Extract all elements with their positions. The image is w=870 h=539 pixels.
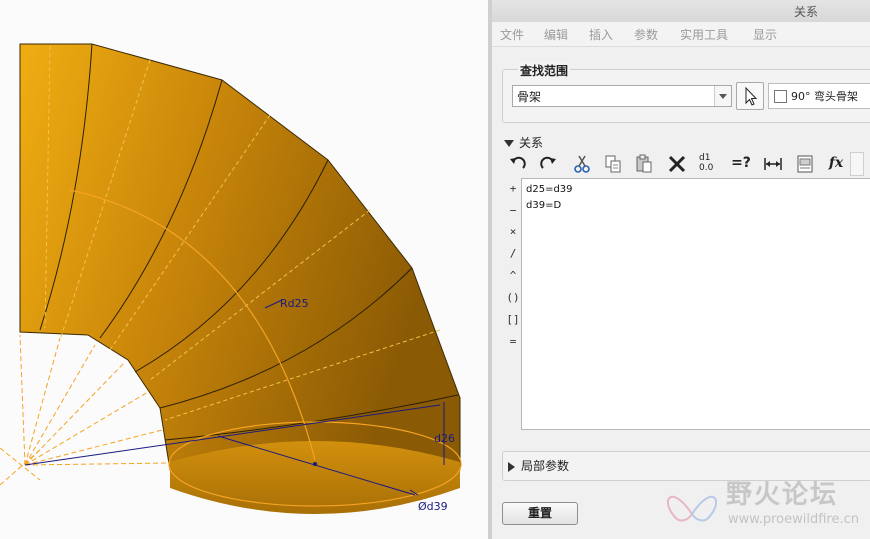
verify-button[interactable]: =? xyxy=(728,152,754,176)
butterfly-logo-icon xyxy=(667,495,717,522)
dialog-titlebar[interactable]: 关系 xyxy=(492,0,870,22)
show-values-bottom: 0.0 xyxy=(699,163,714,173)
operator-multiply[interactable]: × xyxy=(506,225,520,238)
cursor-arrow-icon xyxy=(745,86,758,106)
operator-power[interactable]: ^ xyxy=(506,269,520,282)
watermark-title: 野火论坛 xyxy=(726,480,839,510)
select-pointer-button[interactable] xyxy=(736,82,764,110)
function-icon: fx xyxy=(828,155,844,171)
operator-equals[interactable]: = xyxy=(506,335,520,348)
relations-label: 关系 xyxy=(519,136,544,150)
relation-line[interactable]: d25=d39 xyxy=(526,184,573,195)
paste-icon xyxy=(636,154,652,173)
undo-button[interactable] xyxy=(505,152,531,176)
verify-icon: =? xyxy=(731,155,751,171)
delete-button[interactable] xyxy=(664,152,690,176)
scope-select[interactable]: 骨架 xyxy=(512,85,732,107)
copy-icon xyxy=(605,155,621,173)
function-dropdown-arrow[interactable] xyxy=(850,152,864,176)
part-icon xyxy=(774,90,787,103)
menu-edit[interactable]: 编辑 xyxy=(544,26,568,43)
model-viewport[interactable]: Rd25 d26 Ød39 xyxy=(0,0,490,539)
dimension-icon xyxy=(764,158,782,170)
operator-plus[interactable]: + xyxy=(506,182,520,195)
local-params-label: 局部参数 xyxy=(521,459,570,473)
reset-button[interactable]: 重置 xyxy=(502,502,578,525)
show-values-icon: d1 0.0 xyxy=(699,153,719,175)
paste-button[interactable] xyxy=(631,152,657,176)
redo-icon xyxy=(540,156,556,169)
cut-button[interactable] xyxy=(569,152,595,176)
dialog-title: 关系 xyxy=(793,5,818,19)
model-name-field[interactable]: 90° 弯头骨架 xyxy=(768,83,870,109)
function-button[interactable]: fx xyxy=(824,152,864,176)
redo-button[interactable] xyxy=(535,152,561,176)
relations-dialog: 关系 文件 编辑 插入 参数 实用工具 显示 查找范围 骨架 90° 弯头骨架 … xyxy=(492,0,870,539)
relations-editor[interactable]: d25=d39 d39=D xyxy=(521,178,870,430)
elbow-model-graphic: Rd25 d26 Ød39 xyxy=(0,43,462,514)
operator-brackets[interactable]: [] xyxy=(506,313,520,326)
cut-icon xyxy=(574,155,590,173)
diameter-dimension: Ød39 xyxy=(418,500,448,513)
relation-line[interactable]: d39=D xyxy=(526,200,561,211)
scope-label: 查找范围 xyxy=(518,62,571,79)
undo-icon xyxy=(510,156,526,169)
model-name: 90° 弯头骨架 xyxy=(791,90,858,103)
sort-button[interactable] xyxy=(792,152,818,176)
menu-insert[interactable]: 插入 xyxy=(589,26,613,43)
expand-triangle-icon xyxy=(504,140,514,147)
menu-utilities[interactable]: 实用工具 xyxy=(680,26,728,43)
bottom-cylinder xyxy=(170,441,460,514)
expand-triangle-icon xyxy=(508,461,515,472)
scope-select-value: 骨架 xyxy=(517,90,542,104)
menu-file[interactable]: 文件 xyxy=(500,26,524,43)
height-dimension: d26 xyxy=(434,432,455,445)
menu-display[interactable]: 显示 xyxy=(753,26,777,43)
show-values-button[interactable]: d1 0.0 xyxy=(695,152,721,176)
dimension-button[interactable] xyxy=(760,152,786,176)
operator-minus[interactable]: − xyxy=(506,204,520,217)
copy-button[interactable] xyxy=(600,152,626,176)
operator-parentheses[interactable]: () xyxy=(506,291,520,304)
operator-divide[interactable]: / xyxy=(506,247,520,260)
watermark: 野火论坛 www.proewildfire.cn xyxy=(662,474,868,534)
radius-dimension: Rd25 xyxy=(280,297,309,310)
menu-parameters[interactable]: 参数 xyxy=(634,26,658,43)
menu-bar: 文件 编辑 插入 参数 实用工具 显示 xyxy=(492,22,870,47)
delete-icon xyxy=(668,155,686,173)
chevron-down-icon[interactable] xyxy=(714,86,731,106)
relations-section-toggle[interactable]: 关系 xyxy=(504,134,543,151)
local-params-toggle[interactable]: 局部参数 xyxy=(508,457,569,474)
show-values-top: d1 xyxy=(699,153,711,163)
watermark-url: www.proewildfire.cn xyxy=(728,512,859,527)
sort-icon xyxy=(797,155,813,173)
